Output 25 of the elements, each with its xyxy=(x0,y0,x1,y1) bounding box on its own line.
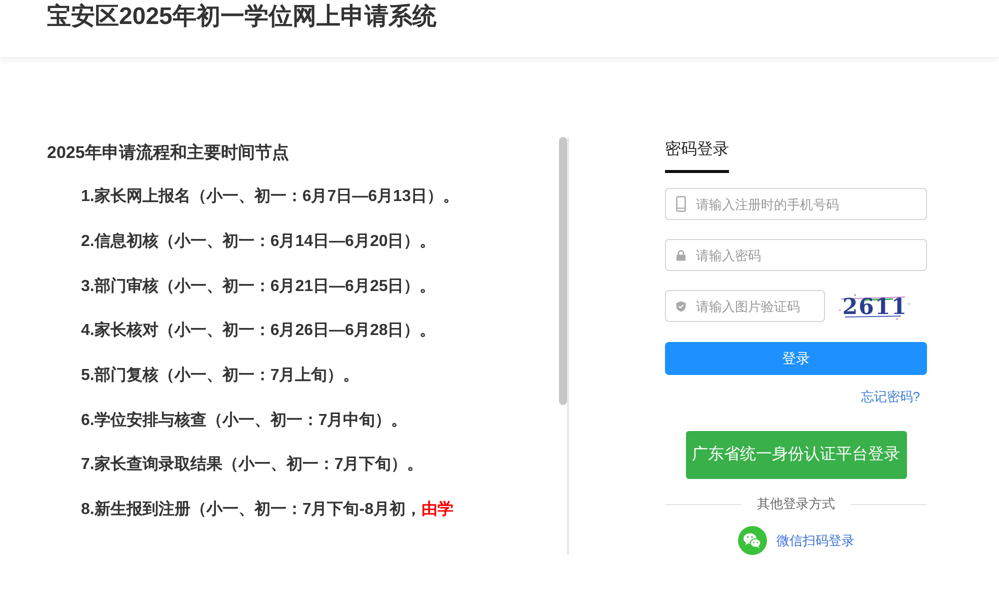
schedule-item: 4.家长核对（小一、初一：6月26日—6月28日）。 xyxy=(80,320,437,342)
other-methods-label: 其他登录方式 xyxy=(756,495,836,513)
captcha-field[interactable]: 请输入图片验证码 xyxy=(665,290,825,322)
schedule-item: 5.部门复核（小一、初一：7月上旬）。 xyxy=(80,365,360,386)
schedule-item: 2.信息初核（小一、初一：6月14日—6月20日）。 xyxy=(80,231,437,252)
wechat-icon[interactable] xyxy=(738,526,766,555)
login-tab[interactable]: 密码登录 xyxy=(665,138,729,173)
lock-icon xyxy=(676,250,686,260)
phone-icon xyxy=(676,196,686,212)
shield-icon xyxy=(676,300,686,312)
schedule-item: 6.学位安排与核查（小一、初一：7月中旬）。 xyxy=(80,410,408,431)
schedule-item: 8.新生报到注册（小一、初一：7月下旬-8月初，由学 xyxy=(80,499,454,520)
unified-login-button[interactable]: 广东省统一身份认证平台登录 xyxy=(686,431,906,479)
password-field[interactable]: 请输入密码 xyxy=(665,239,927,271)
schedule-heading: 2025年申请流程和主要时间节点 xyxy=(47,142,290,164)
schedule-item: 3.部门审核（小一、初一：6月21日—6月25日）。 xyxy=(80,276,437,297)
forgot-password-link[interactable]: 忘记密码? xyxy=(860,387,920,407)
phone-field[interactable]: 请输入注册时的手机号码 xyxy=(665,188,927,220)
scrollbar-thumb[interactable] xyxy=(559,137,567,405)
schedule-item: 7.家长查询录取结果（小一、初一：7月下旬）。 xyxy=(80,454,424,476)
page-title: 宝安区2025年初一学位网上申请系统 xyxy=(46,2,438,32)
login-button[interactable]: 登录 xyxy=(665,342,927,375)
wechat-login-link[interactable]: 微信扫码登录 xyxy=(776,530,854,550)
captcha-image[interactable]: 2611 xyxy=(835,290,915,322)
schedule-item: 1.家长网上报名（小一、初一：6月7日—6月13日）。 xyxy=(80,186,460,208)
